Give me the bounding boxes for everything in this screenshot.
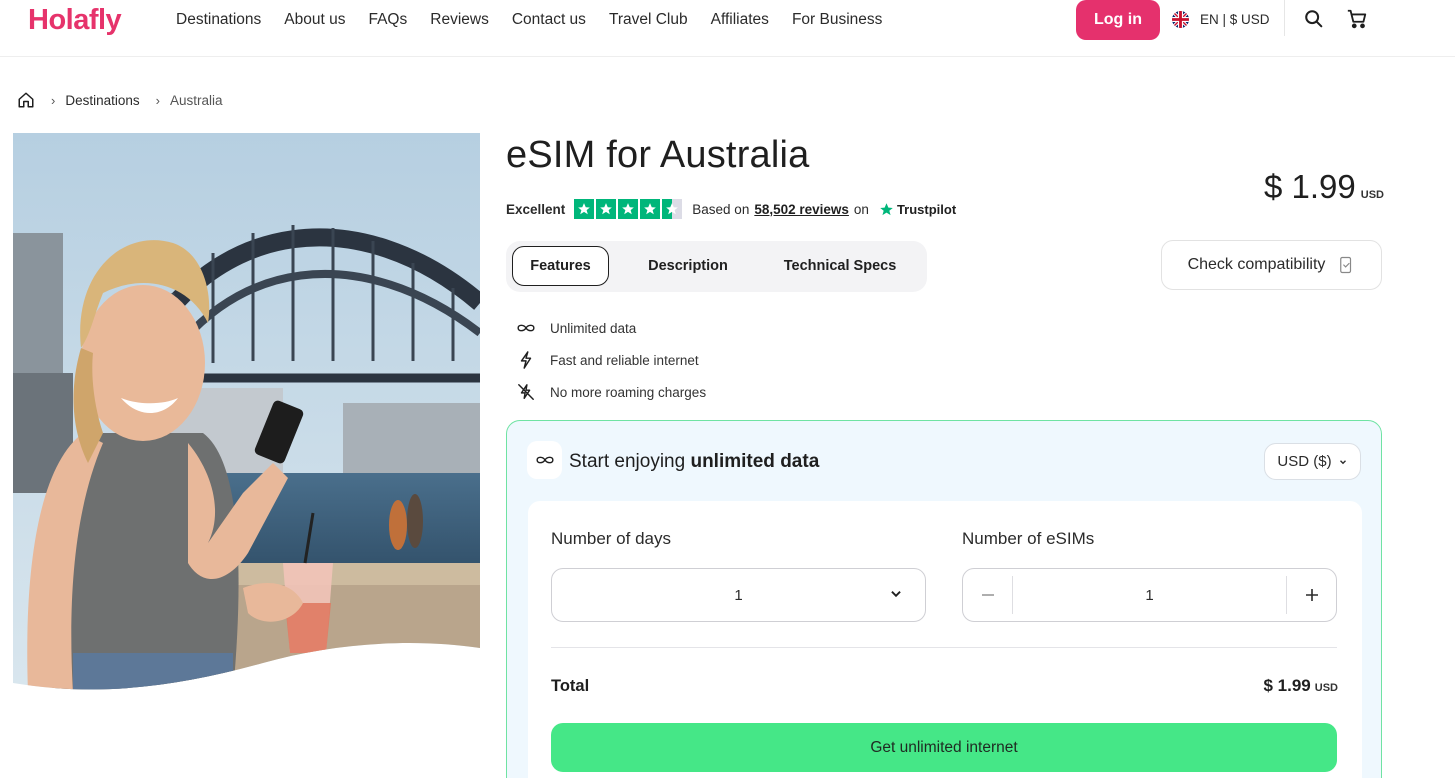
esims-quantity-stepper: 1 xyxy=(962,568,1337,622)
days-select[interactable]: 1 xyxy=(551,568,926,622)
purchase-heading-strong: unlimited data xyxy=(690,451,820,472)
infinity-icon xyxy=(527,441,562,479)
check-compatibility-label: Check compatibility xyxy=(1187,256,1326,273)
tab-description[interactable]: Description xyxy=(626,246,750,286)
breadcrumb-destinations[interactable]: Destinations xyxy=(65,93,139,108)
product-tabs: Features Description Technical Specs xyxy=(506,241,927,292)
decrement-button[interactable] xyxy=(963,576,1013,614)
cart-icon[interactable] xyxy=(1346,8,1368,30)
reviews-link[interactable]: 58,502 reviews xyxy=(754,202,849,217)
feature-list: Unlimited data Fast and reliable interne… xyxy=(515,312,706,408)
based-on-text: Based on xyxy=(692,201,750,217)
star-icon xyxy=(596,199,617,219)
chevron-right-icon: › xyxy=(155,92,160,108)
feature-item: Fast and reliable internet xyxy=(515,344,706,376)
nav-affiliates[interactable]: Affiliates xyxy=(711,11,769,29)
phone-check-icon xyxy=(1340,256,1352,274)
tab-features[interactable]: Features xyxy=(512,246,609,286)
star-icon xyxy=(640,199,661,219)
nav-reviews[interactable]: Reviews xyxy=(430,11,489,29)
price-amount: $ 1.99 xyxy=(1264,168,1356,205)
holafly-logo[interactable]: Holafly xyxy=(28,4,122,37)
site-header: Holafly Destinations About us FAQs Revie… xyxy=(0,0,1455,57)
total-price-amount: $ 1.99 xyxy=(1263,676,1311,695)
trustpilot-star-icon xyxy=(880,202,893,215)
trustpilot-rating: Excellent Based on 58,502 reviews on Tru… xyxy=(506,199,956,219)
lightning-icon xyxy=(515,351,537,369)
currency-select[interactable]: USD ($) xyxy=(1264,443,1361,480)
uk-flag-icon xyxy=(1172,11,1189,28)
star-icon xyxy=(574,199,595,219)
total-label: Total xyxy=(551,677,590,695)
login-button[interactable]: Log in xyxy=(1076,0,1160,40)
days-select-value: 1 xyxy=(734,586,743,604)
language-currency-selector[interactable]: EN | $ USD xyxy=(1172,11,1270,28)
main-nav: Destinations About us FAQs Reviews Conta… xyxy=(176,11,882,29)
nav-faqs[interactable]: FAQs xyxy=(368,11,407,29)
on-text: on xyxy=(853,201,869,217)
chevron-down-icon xyxy=(891,591,901,598)
chevron-right-icon: › xyxy=(51,92,56,108)
nav-destinations[interactable]: Destinations xyxy=(176,11,261,29)
check-compatibility-button[interactable]: Check compatibility xyxy=(1161,240,1382,290)
get-unlimited-internet-button[interactable]: Get unlimited internet xyxy=(551,723,1337,772)
feature-label: No more roaming charges xyxy=(550,384,707,400)
plus-icon xyxy=(1305,589,1318,601)
feature-item: No more roaming charges xyxy=(515,376,706,408)
page-title: eSIM for Australia xyxy=(506,134,810,176)
star-icon xyxy=(618,199,639,219)
nav-about-us[interactable]: About us xyxy=(284,11,345,29)
search-icon[interactable] xyxy=(1303,8,1325,30)
esims-label: Number of eSIMs xyxy=(962,529,1095,548)
rating-label: Excellent xyxy=(506,201,566,217)
trustpilot-logo[interactable]: Trustpilot xyxy=(879,202,956,217)
total-price-currency: USD xyxy=(1314,682,1338,694)
chevron-down-icon xyxy=(1339,459,1346,464)
tab-technical-specs[interactable]: Technical Specs xyxy=(768,246,912,286)
product-price: $ 1.99 USD xyxy=(1264,168,1384,206)
breadcrumb-current: Australia xyxy=(169,92,223,108)
home-icon[interactable] xyxy=(17,91,35,109)
feature-label: Fast and reliable internet xyxy=(550,352,699,368)
half-star-icon xyxy=(662,199,683,219)
rating-stars xyxy=(574,199,683,219)
nav-travel-club[interactable]: Travel Club xyxy=(609,11,688,29)
divider xyxy=(551,647,1337,648)
purchase-heading-prefix: Start enjoying xyxy=(569,451,686,472)
days-label: Number of days xyxy=(551,529,671,548)
lang-currency-label: EN | $ USD xyxy=(1200,12,1270,27)
feature-item: Unlimited data xyxy=(515,312,706,344)
purchase-panel: Start enjoying unlimited data USD ($) Nu… xyxy=(506,420,1382,778)
increment-button[interactable] xyxy=(1286,576,1336,614)
purchase-form: Number of days Number of eSIMs 1 1 Total… xyxy=(528,501,1362,778)
currency-select-value: USD ($) xyxy=(1277,453,1332,470)
total-price: $ 1.99 USD xyxy=(1264,676,1339,696)
hero-image xyxy=(13,133,480,690)
no-roaming-icon xyxy=(515,383,537,401)
esims-quantity-value[interactable]: 1 xyxy=(1013,569,1286,621)
feature-label: Unlimited data xyxy=(550,320,637,336)
minus-icon xyxy=(981,594,994,596)
price-currency: USD xyxy=(1360,189,1384,201)
purchase-heading: Start enjoying unlimited data xyxy=(569,451,819,473)
infinity-icon xyxy=(515,319,537,337)
trustpilot-label: Trustpilot xyxy=(896,201,957,217)
nav-for-business[interactable]: For Business xyxy=(792,11,882,29)
breadcrumb: › Destinations › Australia xyxy=(17,91,223,109)
header-divider xyxy=(1284,0,1285,36)
nav-contact-us[interactable]: Contact us xyxy=(512,11,586,29)
